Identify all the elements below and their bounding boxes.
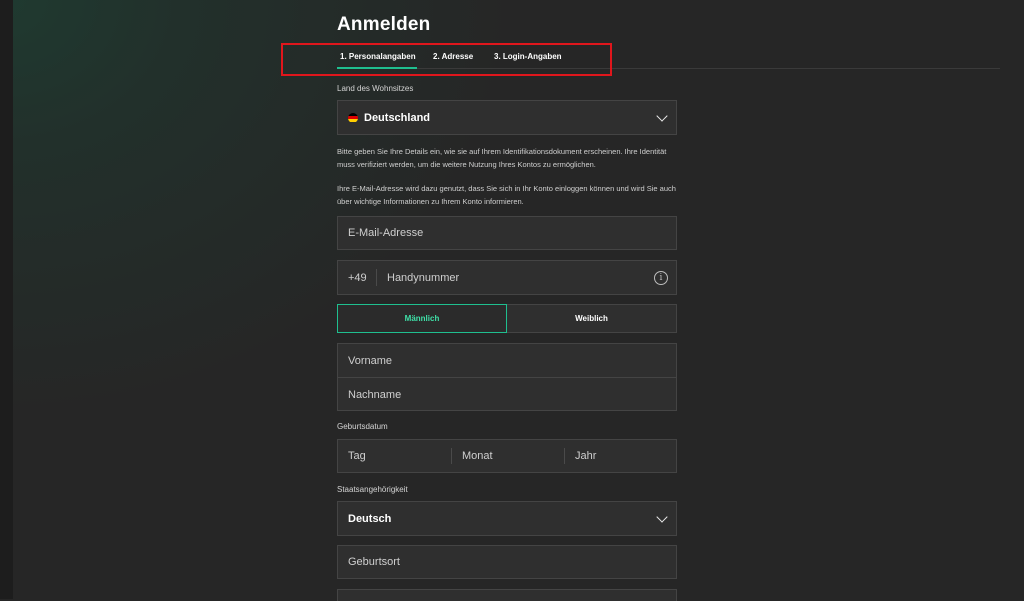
phone-prefix-divider <box>376 269 377 286</box>
country-select[interactable]: Deutschland <box>337 100 677 135</box>
first-name-placeholder: Vorname <box>348 354 393 367</box>
dob-month-placeholder: Monat <box>462 450 493 462</box>
dob-day-placeholder: Tag <box>348 450 366 462</box>
last-name-field[interactable]: Nachname <box>338 378 676 411</box>
name-fields: Vorname Nachname <box>337 343 677 411</box>
gender-male-button[interactable]: Männlich <box>337 304 507 333</box>
chevron-down-icon <box>656 510 668 523</box>
nationality-label: Staatsangehörigkeit <box>337 485 408 494</box>
email-info-text: Ihre E-Mail-Adresse wird dazu genutzt, d… <box>337 184 676 206</box>
chevron-down-icon <box>656 109 668 122</box>
left-edge-strip <box>0 0 13 599</box>
dob-month-input[interactable]: Monat <box>452 440 564 472</box>
phone-field[interactable]: +49 Handynummer i <box>337 260 677 295</box>
birthplace-placeholder: Geburtsort <box>348 556 400 568</box>
dob-year-placeholder: Jahr <box>575 450 597 462</box>
gender-female-button[interactable]: Weiblich <box>507 304 677 333</box>
dob-day-input[interactable]: Tag <box>338 440 451 472</box>
nationality-select[interactable]: Deutsch <box>337 501 677 536</box>
tabs-highlight-annotation <box>281 43 612 76</box>
country-value: Deutschland <box>364 111 431 124</box>
page-title: Anmelden <box>337 14 431 35</box>
info-icon[interactable]: i <box>654 270 668 285</box>
phone-prefix: +49 <box>348 271 367 284</box>
nationality-value: Deutsch <box>348 512 392 525</box>
dob-label: Geburtsdatum <box>337 422 388 431</box>
dob-field: Tag Monat Jahr <box>337 439 677 473</box>
last-name-placeholder: Nachname <box>348 388 402 401</box>
birthplace-field[interactable]: Geburtsort <box>337 545 677 579</box>
email-field[interactable]: E-Mail-Adresse <box>337 216 677 250</box>
identity-info-text: Bitte geben Sie Ihre Details ein, wie si… <box>337 147 667 169</box>
germany-flag-icon <box>348 112 358 123</box>
first-name-field[interactable]: Vorname <box>338 344 676 377</box>
email-placeholder: E-Mail-Adresse <box>348 227 424 239</box>
phone-placeholder: Handynummer <box>387 271 460 284</box>
dob-year-input[interactable]: Jahr <box>565 440 676 472</box>
next-field-partial[interactable] <box>337 589 677 601</box>
country-label: Land des Wohnsitzes <box>337 84 414 93</box>
